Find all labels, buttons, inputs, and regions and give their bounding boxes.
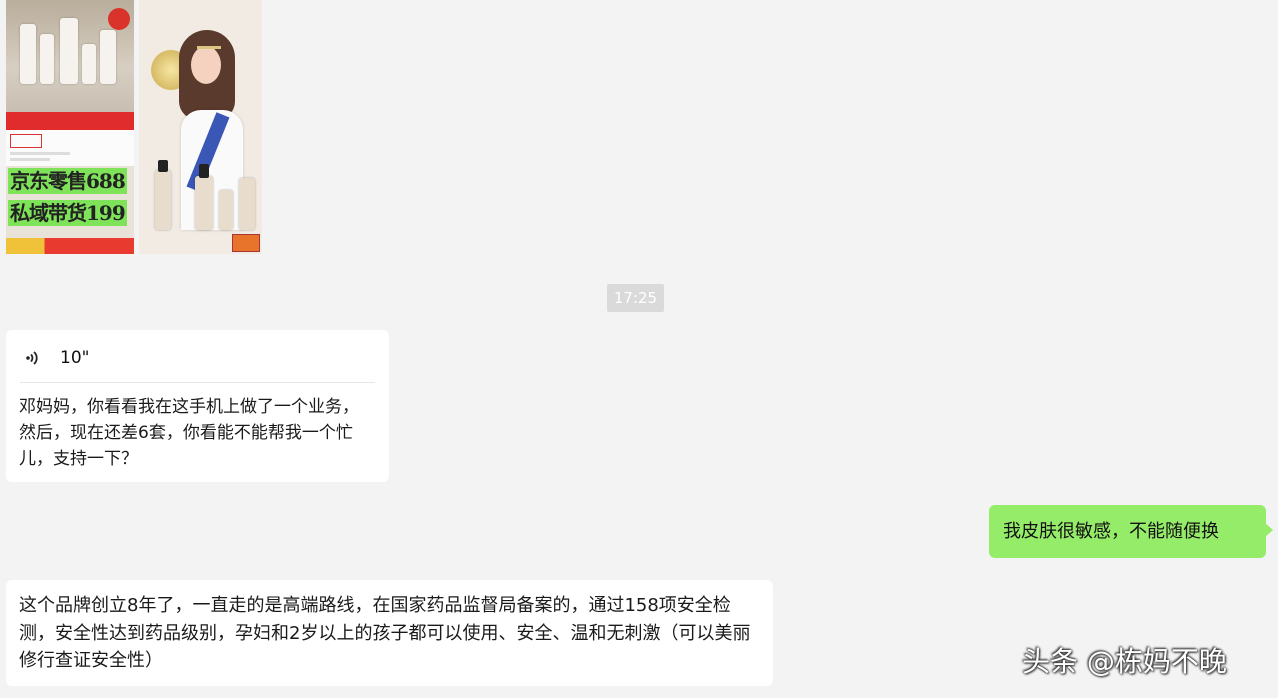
- bottle-cap: [199, 164, 209, 178]
- text-line: [10, 152, 70, 155]
- voice-message-bubble[interactable]: 10" 邓妈妈，你看看我在这手机上做了一个业务，然后，现在还差6套，你看能不能帮…: [6, 330, 389, 482]
- model-face: [191, 46, 221, 84]
- price-overlay-private: 私域带货199: [8, 200, 127, 226]
- bottom-band: [6, 238, 134, 254]
- bubble-tail: [1265, 523, 1273, 537]
- message-timestamp: 17:25: [607, 284, 664, 312]
- product-bottle: [195, 176, 213, 230]
- product-bottle: [155, 170, 171, 230]
- corner-tag: [232, 234, 260, 252]
- product-screenshot-right[interactable]: [139, 0, 262, 254]
- incoming-message-text: 这个品牌创立8年了，一直走的是高端路线，在国家药品监督局备案的，通过158项安全…: [19, 595, 751, 671]
- voice-duration: 10": [60, 348, 90, 368]
- product-bottle: [20, 24, 36, 84]
- product-bottle: [40, 34, 54, 84]
- product-bottle: [60, 18, 78, 84]
- divider: [20, 382, 375, 383]
- price-tag: [10, 134, 42, 148]
- product-bottle: [100, 30, 116, 84]
- voice-wave-icon: [26, 351, 38, 365]
- price-banner: [6, 112, 134, 130]
- promo-badge: [108, 8, 130, 30]
- product-bottle: [219, 190, 233, 230]
- text-line: [10, 158, 50, 161]
- price-overlay-jd: 京东零售688: [8, 168, 127, 194]
- watermark: 头条 @栋妈不晚: [1022, 645, 1227, 678]
- product-screenshot-left[interactable]: 京东零售688 私域带货199: [6, 0, 134, 254]
- bottle-cap: [158, 160, 168, 172]
- outgoing-message-text: 我皮肤很敏感，不能随便换: [1003, 521, 1219, 542]
- product-bottle: [239, 178, 255, 230]
- poster-title: [139, 0, 262, 14]
- crown-icon: [197, 36, 221, 49]
- incoming-message-bubble[interactable]: 这个品牌创立8年了，一直走的是高端路线，在国家药品监督局备案的，通过158项安全…: [6, 580, 773, 686]
- image-message[interactable]: 京东零售688 私域带货199: [6, 0, 262, 254]
- outgoing-message-bubble[interactable]: 我皮肤很敏感，不能随便换: [989, 505, 1273, 558]
- product-bottle: [82, 44, 96, 84]
- voice-message-row[interactable]: 10": [24, 344, 89, 372]
- voice-transcript: 邓妈妈，你看看我在这手机上做了一个业务，然后，现在还差6套，你看能不能帮我一个忙…: [19, 397, 359, 469]
